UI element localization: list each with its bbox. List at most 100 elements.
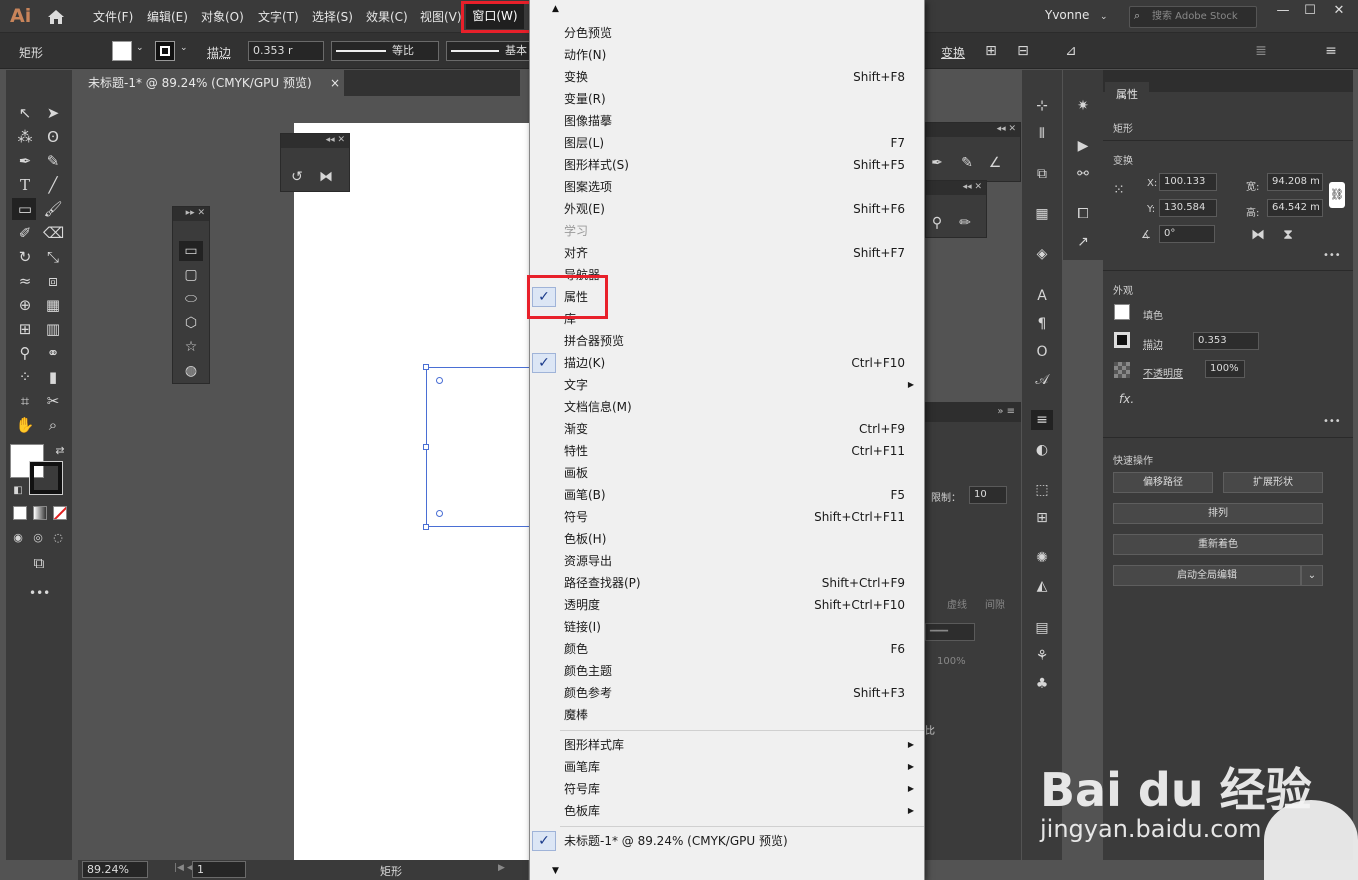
variable-width-profile[interactable]: 等比 [331, 41, 439, 61]
appearance-more-icon[interactable]: ••• [1323, 416, 1341, 427]
direct-selection-tool-icon[interactable]: ➤ [43, 104, 63, 122]
menu-item[interactable]: 图形样式(S) Shift+F5 [530, 154, 924, 176]
character-icon[interactable]: A [1031, 286, 1053, 306]
none-mode-icon[interactable] [53, 506, 67, 520]
menu-item[interactable]: 魔棒 [530, 704, 924, 726]
menu-item[interactable]: 文字 ▶ [530, 374, 924, 396]
warp-tool-icon[interactable]: ≈ [15, 272, 35, 290]
default-colors-icon[interactable]: ◧ [8, 482, 28, 500]
shape-builder-icon[interactable]: ⊕ [15, 296, 35, 314]
rotate-tool-icon[interactable]: ↻ [15, 248, 35, 266]
menu-item[interactable]: 色板(H) [530, 528, 924, 550]
paragraph-icon[interactable]: ¶ [1031, 314, 1053, 334]
curvature-tool-icon[interactable]: ✎ [43, 152, 63, 170]
column-graph-icon[interactable]: ▮ [43, 368, 63, 386]
recolor-button[interactable]: 重新着色 [1113, 534, 1323, 555]
opacity-field[interactable]: 100% [1205, 360, 1245, 378]
color-mode-icon[interactable] [13, 506, 27, 520]
glyphs-icon[interactable]: 𝒜 [1031, 370, 1053, 390]
user-name[interactable]: Yvonne [1045, 8, 1089, 22]
artboards-icon[interactable]: ⊹ [1031, 96, 1053, 116]
eyedropper-icon[interactable]: ⚲ [15, 344, 35, 362]
scroll-up-arrow-icon[interactable]: ▲ [552, 4, 559, 14]
gradient-panel-icon[interactable]: ▦ [1031, 204, 1053, 224]
transform-more-icon[interactable]: ••• [1323, 250, 1341, 261]
menu-item[interactable]: 拼合器预览 [530, 330, 924, 352]
gradient-mode-icon[interactable] [33, 506, 47, 520]
menu-item[interactable]: 渐变 Ctrl+F9 [530, 418, 924, 440]
rectangle-shape-icon[interactable]: ▭ [180, 241, 202, 261]
menu-item[interactable]: 外观(E) Shift+F6 [530, 198, 924, 220]
stroke-weight-prop[interactable]: 0.353 [1193, 332, 1259, 350]
limit-field[interactable]: 10 [969, 486, 1007, 504]
user-chevron-icon[interactable]: ⌄ [1100, 12, 1108, 22]
document-tab[interactable]: 未标题-1* @ 89.24% (CMYK/GPU 预览) × [78, 70, 344, 97]
anchor-icon[interactable]: ∠ [984, 153, 1006, 173]
fill-dropdown-icon[interactable]: ⌄ [136, 43, 144, 53]
menu-item[interactable]: 动作(N) [530, 44, 924, 66]
stroke-swatch-prop[interactable] [1114, 332, 1130, 348]
menu-item[interactable]: 画笔(B) F5 [530, 484, 924, 506]
symbol-sprayer-icon[interactable]: ⁘ [15, 368, 35, 386]
panel-header[interactable]: ▸▸ ✕ [173, 207, 209, 221]
slice-tool-icon[interactable]: ✂ [43, 392, 63, 410]
appearance-icon[interactable]: ✷ [1072, 96, 1094, 116]
stroke-weight-field[interactable]: 0.353 r [248, 41, 324, 61]
menu-item[interactable]: 颜色 F6 [530, 638, 924, 660]
menu-item[interactable]: 图像描摹 [530, 110, 924, 132]
flip-horizontal-icon[interactable]: ⧓ [1247, 225, 1269, 245]
reflect-icon[interactable]: ⧓ [315, 167, 337, 187]
align-options-icon[interactable]: ⊟ [1012, 41, 1034, 61]
menu-item[interactable]: 透明度 Shift+Ctrl+F10 [530, 594, 924, 616]
close-tab-icon[interactable]: × [330, 70, 340, 97]
menu-item[interactable]: 颜色参考 Shift+F3 [530, 682, 924, 704]
y-field[interactable]: 130.584 [1159, 199, 1217, 217]
menu-item[interactable]: 符号 Shift+Ctrl+F11 [530, 506, 924, 528]
scale-tool-icon[interactable]: ⤡ [43, 248, 63, 266]
selection-handle[interactable] [423, 364, 429, 370]
opacity-label[interactable]: 不透明度 [1143, 365, 1183, 380]
panel-header[interactable]: ◂◂ ✕ [281, 134, 349, 148]
scale-field[interactable]: 100% [937, 656, 966, 667]
panel-header[interactable]: ◂◂ ✕ [926, 123, 1020, 137]
selection-handle[interactable] [423, 524, 429, 530]
color-panel-icon[interactable]: ◭ [1031, 576, 1053, 596]
corner-widget-icon[interactable] [436, 377, 443, 384]
menu-item[interactable]: 变量(R) [530, 88, 924, 110]
flip-vertical-icon[interactable]: ⧗ [1277, 225, 1299, 245]
brush-definition[interactable]: 基本 [446, 41, 530, 61]
menu-item[interactable]: 变换 Shift+F8 [530, 66, 924, 88]
menu-item[interactable]: 画笔库 ▶ [530, 756, 924, 778]
fill-swatch-prop[interactable] [1114, 304, 1130, 320]
menu-item[interactable]: ✓ 描边(K) Ctrl+F10 [530, 352, 924, 374]
align-icon[interactable]: ⊞ [980, 41, 1002, 61]
expand-shape-button[interactable]: 扩展形状 [1223, 472, 1323, 493]
lasso-tool-icon[interactable]: ʘ [43, 128, 63, 146]
fx-icon[interactable]: fx. [1119, 392, 1134, 406]
line-tool-icon[interactable]: ╱ [43, 176, 63, 194]
swatches-icon[interactable]: ▤ [1031, 618, 1053, 638]
angle-field[interactable]: 0° [1159, 225, 1215, 243]
width-field[interactable]: 94.208 m [1267, 173, 1323, 191]
screen-mode-icon[interactable]: ⧉ [29, 554, 49, 572]
menu-type[interactable]: 文字(T) [258, 8, 299, 25]
eraser-tool-icon[interactable]: ⌫ [43, 224, 64, 242]
export-icon[interactable]: ⬚ [1031, 480, 1053, 500]
rectangle-tool-icon[interactable]: ▭ [15, 200, 35, 218]
menu-item[interactable]: 文档信息(M) [530, 396, 924, 418]
x-field[interactable]: 100.133 [1159, 173, 1217, 191]
menu-effect[interactable]: 效果(C) [366, 8, 408, 25]
menu-object[interactable]: 对象(O) [201, 8, 244, 25]
menu-view[interactable]: 视图(V) [420, 8, 462, 25]
menu-item[interactable]: ✓ 未标题-1* @ 89.24% (CMYK/GPU 预览) [530, 830, 924, 852]
rotate-icon[interactable]: ↺ [286, 167, 308, 187]
navigator-icon[interactable]: ⧠ [1072, 204, 1094, 224]
draw-behind-icon[interactable]: ◎ [28, 529, 48, 547]
control-menu-icon[interactable]: ≡ [1320, 41, 1342, 61]
pathfinder-icon[interactable]: ⧉ [1031, 164, 1053, 184]
selection-tool-icon[interactable]: ↖ [15, 104, 35, 122]
pencil-icon[interactable]: ✎ [956, 153, 978, 173]
draw-inside-icon[interactable]: ◌ [48, 529, 68, 547]
align-panel-icon[interactable]: ⫴ [1031, 124, 1053, 144]
polygon-shape-icon[interactable]: ⬡ [180, 313, 202, 333]
